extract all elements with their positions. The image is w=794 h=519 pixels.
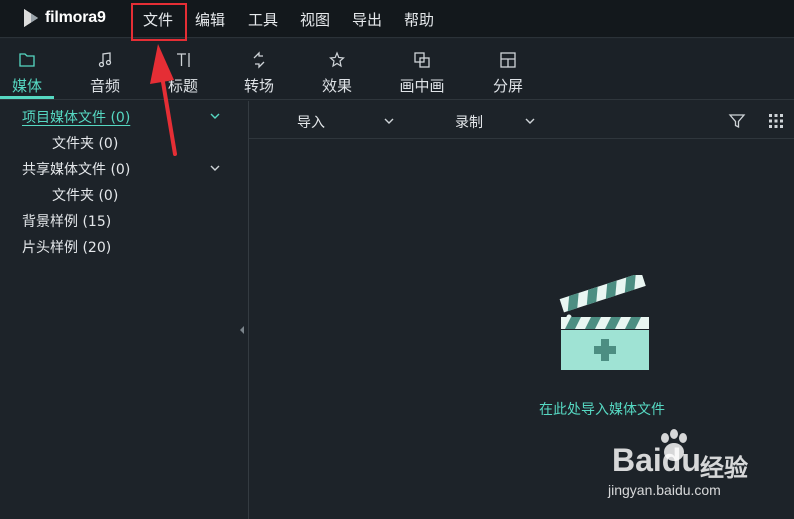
folder-icon (19, 53, 35, 67)
tab-media[interactable]: 媒体 (0, 39, 54, 99)
watermark-brand: Baidu (612, 442, 701, 478)
tab-effects-label: 效果 (321, 77, 352, 95)
import-dropdown[interactable]: 导入 (297, 112, 325, 132)
library-background-samples[interactable]: 背景样例 (15) (22, 211, 111, 231)
tab-transitions-label: 转场 (243, 77, 274, 95)
import-hint-text[interactable]: 在此处导入媒体文件 (249, 399, 794, 419)
menubar: filmora9 文件 编辑 工具 视图 导出 帮助 (0, 0, 794, 38)
active-tab-indicator (0, 96, 54, 99)
library-project-media[interactable]: 项目媒体文件 (0) (22, 107, 130, 127)
library-item-label: 项目媒体文件 (0) (22, 110, 131, 126)
app-logo: filmora9 (22, 6, 106, 30)
menu-tools[interactable]: 工具 (248, 9, 278, 29)
library-shared-media[interactable]: 共享媒体文件 (0) (22, 159, 130, 179)
chevron-down-icon[interactable] (209, 110, 221, 122)
library-item-label: 文件夹 (0) (52, 188, 119, 204)
tab-media-label: 媒体 (11, 77, 42, 95)
pip-icon (414, 52, 430, 68)
chevron-down-icon[interactable] (209, 162, 221, 174)
tab-split-screen[interactable]: 分屏 (481, 39, 535, 99)
chevron-down-icon[interactable] (383, 115, 395, 127)
media-library-panel: 项目媒体文件 (0) 文件夹 (0) 共享媒体文件 (0) 文件夹 (0) 背景… (0, 101, 248, 519)
library-item-label: 背景样例 (15) (22, 214, 112, 230)
media-toolbar: 导入 录制 (249, 101, 794, 139)
transition-icon (253, 51, 265, 69)
filmora-logo-icon (24, 9, 38, 27)
watermark-product: 经验 (700, 454, 748, 482)
app-name: filmora9 (45, 9, 106, 26)
tab-audio[interactable]: 音频 (78, 39, 132, 99)
effects-star-icon (329, 51, 345, 68)
baidu-watermark: Baidu 经验 jingyan.baidu.com (584, 428, 784, 508)
tab-pip[interactable]: 画中画 (390, 39, 454, 99)
menu-help[interactable]: 帮助 (404, 9, 434, 29)
collapse-left-icon[interactable] (239, 325, 245, 335)
watermark-url: jingyan.baidu.com (608, 482, 721, 498)
filter-icon[interactable] (728, 112, 746, 130)
library-item-label: 共享媒体文件 (0) (22, 162, 131, 178)
annotation-arrow-icon (150, 44, 177, 156)
music-note-icon (98, 52, 112, 68)
library-project-folder[interactable]: 文件夹 (0) (52, 133, 118, 153)
tab-audio-label: 音频 (89, 77, 120, 95)
split-screen-icon (500, 52, 516, 68)
tab-effects[interactable]: 效果 (310, 39, 364, 99)
library-item-label: 文件夹 (0) (52, 136, 119, 152)
menu-export[interactable]: 导出 (352, 9, 382, 29)
tab-split-screen-label: 分屏 (492, 77, 523, 95)
library-item-label: 片头样例 (20) (22, 240, 112, 256)
grid-view-icon[interactable] (767, 112, 785, 130)
chevron-down-icon[interactable] (524, 115, 536, 127)
menu-edit[interactable]: 编辑 (195, 9, 225, 29)
library-intro-samples[interactable]: 片头样例 (20) (22, 237, 111, 257)
library-shared-folder[interactable]: 文件夹 (0) (52, 185, 118, 205)
tab-transitions[interactable]: 转场 (232, 39, 286, 99)
menu-view[interactable]: 视图 (300, 9, 330, 29)
record-dropdown[interactable]: 录制 (455, 112, 483, 132)
media-tabs: 媒体 音频 标题 转场 效果 画中画 分屏 (0, 39, 794, 100)
clapperboard-add-icon[interactable] (557, 275, 653, 371)
tab-pip-label: 画中画 (399, 77, 445, 95)
